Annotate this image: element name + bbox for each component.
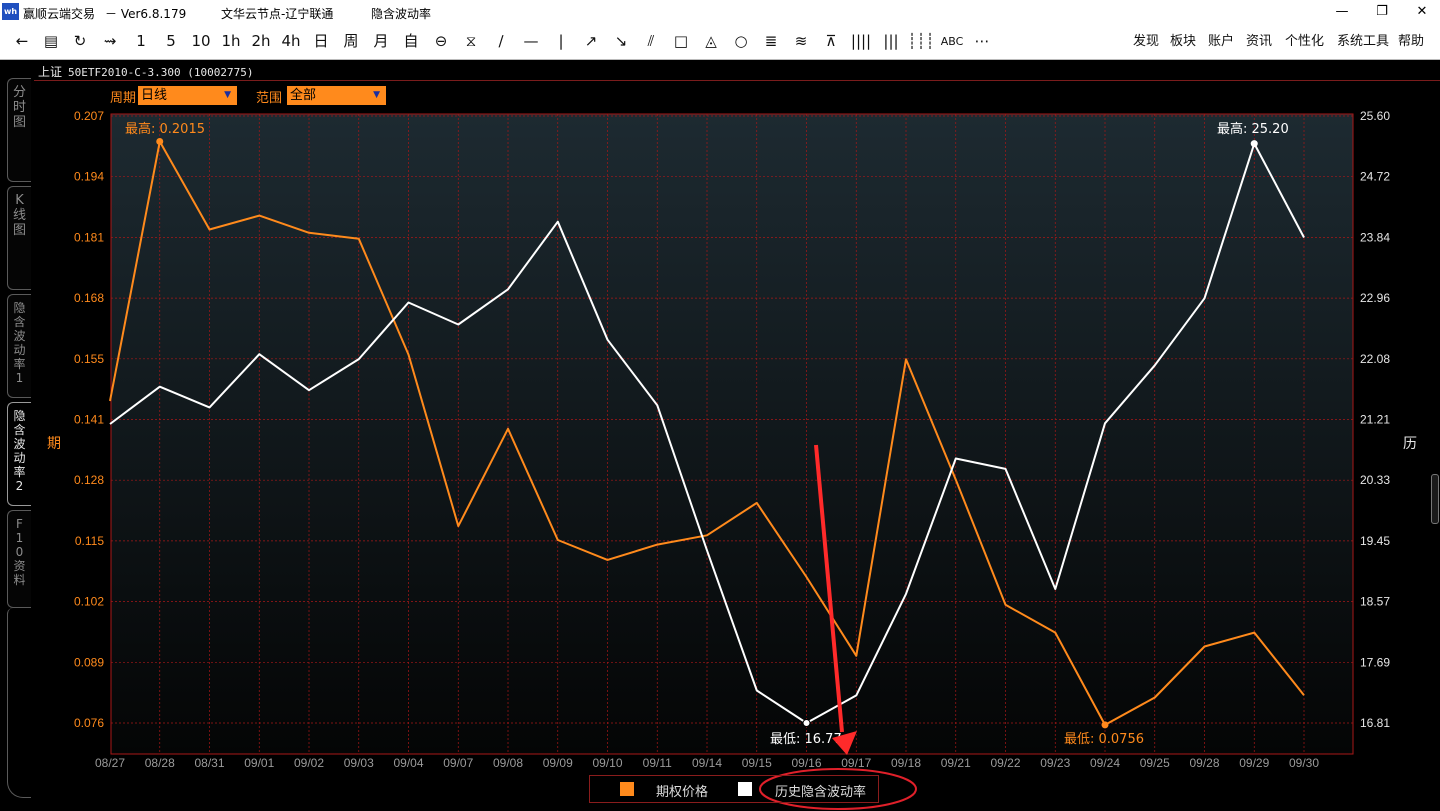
left-tick-label: 0.168 [74, 291, 104, 305]
option-high-label: 最高: 0.2015 [125, 121, 205, 137]
x-tick-label: 09/24 [1090, 756, 1120, 770]
right-axis-label: 历 [1403, 436, 1417, 452]
x-tick-label: 09/18 [891, 756, 921, 770]
left-tick-label: 0.207 [74, 109, 104, 123]
x-tick-label: 09/25 [1140, 756, 1170, 770]
x-tick-label: 09/08 [493, 756, 523, 770]
right-tick-label: 19.45 [1360, 534, 1390, 548]
left-tick-label: 0.102 [74, 595, 104, 609]
iv-low-marker [802, 719, 811, 727]
left-tick-label: 0.181 [74, 230, 104, 244]
x-tick-label: 09/29 [1239, 756, 1269, 770]
right-tick-label: 22.08 [1360, 352, 1390, 366]
legend-hist-iv[interactable]: 历史隐含波动率 [775, 781, 866, 800]
x-tick-label: 09/22 [990, 756, 1020, 770]
x-tick-label: 09/28 [1189, 756, 1219, 770]
iv-chart: 0.207 25.60 0.194 24.72 0.181 23.84 0.168 22.96… [47, 109, 1417, 810]
iv-high-label: 最高: 25.20 [1217, 121, 1289, 137]
left-tick-label: 0.155 [74, 352, 104, 366]
x-tick-label: 09/04 [393, 756, 423, 770]
x-tick-label: 09/16 [791, 756, 821, 770]
right-tick-label: 18.57 [1360, 595, 1390, 609]
option-low-marker [1101, 721, 1109, 729]
left-tick-label: 0.194 [74, 170, 104, 184]
legend-swatch-option-price [620, 782, 634, 796]
x-tick-label: 09/15 [742, 756, 772, 770]
plot-background [111, 114, 1353, 754]
vertical-scrollbar-thumb[interactable] [1431, 474, 1439, 524]
x-tick-label: 09/10 [592, 756, 622, 770]
legend-option-price[interactable]: 期权价格 [656, 781, 708, 800]
iv-high-marker [1250, 140, 1258, 148]
left-tick-label: 0.089 [74, 655, 104, 669]
x-tick-label: 09/09 [543, 756, 573, 770]
left-tick-label: 0.128 [74, 473, 104, 487]
right-tick-label: 21.21 [1360, 413, 1390, 427]
x-tick-label: 09/17 [841, 756, 871, 770]
x-tick-label: 09/21 [941, 756, 971, 770]
right-tick-label: 20.33 [1360, 473, 1390, 487]
x-tick-label: 08/28 [145, 756, 175, 770]
option-low-label: 最低: 0.0756 [1064, 732, 1144, 747]
x-tick-label: 09/03 [344, 756, 374, 770]
right-tick-label: 17.69 [1360, 655, 1390, 669]
x-tick-label: 09/30 [1289, 756, 1319, 770]
option-high-marker [156, 137, 164, 145]
x-tick-label: 08/31 [194, 756, 224, 770]
left-tick-label: 0.076 [74, 716, 104, 730]
legend-swatch-hist-iv [738, 782, 752, 796]
x-tick-label: 09/07 [443, 756, 473, 770]
left-tick-label: 0.141 [74, 413, 104, 427]
right-tick-label: 16.81 [1360, 716, 1390, 730]
right-tick-label: 22.96 [1360, 291, 1390, 305]
left-tick-label: 0.115 [75, 534, 104, 548]
x-tick-label: 09/23 [1040, 756, 1070, 770]
x-tick-label: 08/27 [95, 756, 125, 770]
left-axis-label: 期 [47, 436, 61, 452]
right-tick-label: 24.72 [1360, 170, 1390, 184]
iv-low-label: 最低: 16.77 [770, 732, 842, 747]
x-tick-label: 09/14 [692, 756, 722, 770]
right-tick-label: 23.84 [1360, 230, 1390, 244]
x-tick-label: 09/11 [643, 756, 672, 770]
x-tick-label: 09/02 [294, 756, 324, 770]
x-tick-label: 09/01 [244, 756, 274, 770]
right-tick-label: 25.60 [1360, 109, 1390, 123]
